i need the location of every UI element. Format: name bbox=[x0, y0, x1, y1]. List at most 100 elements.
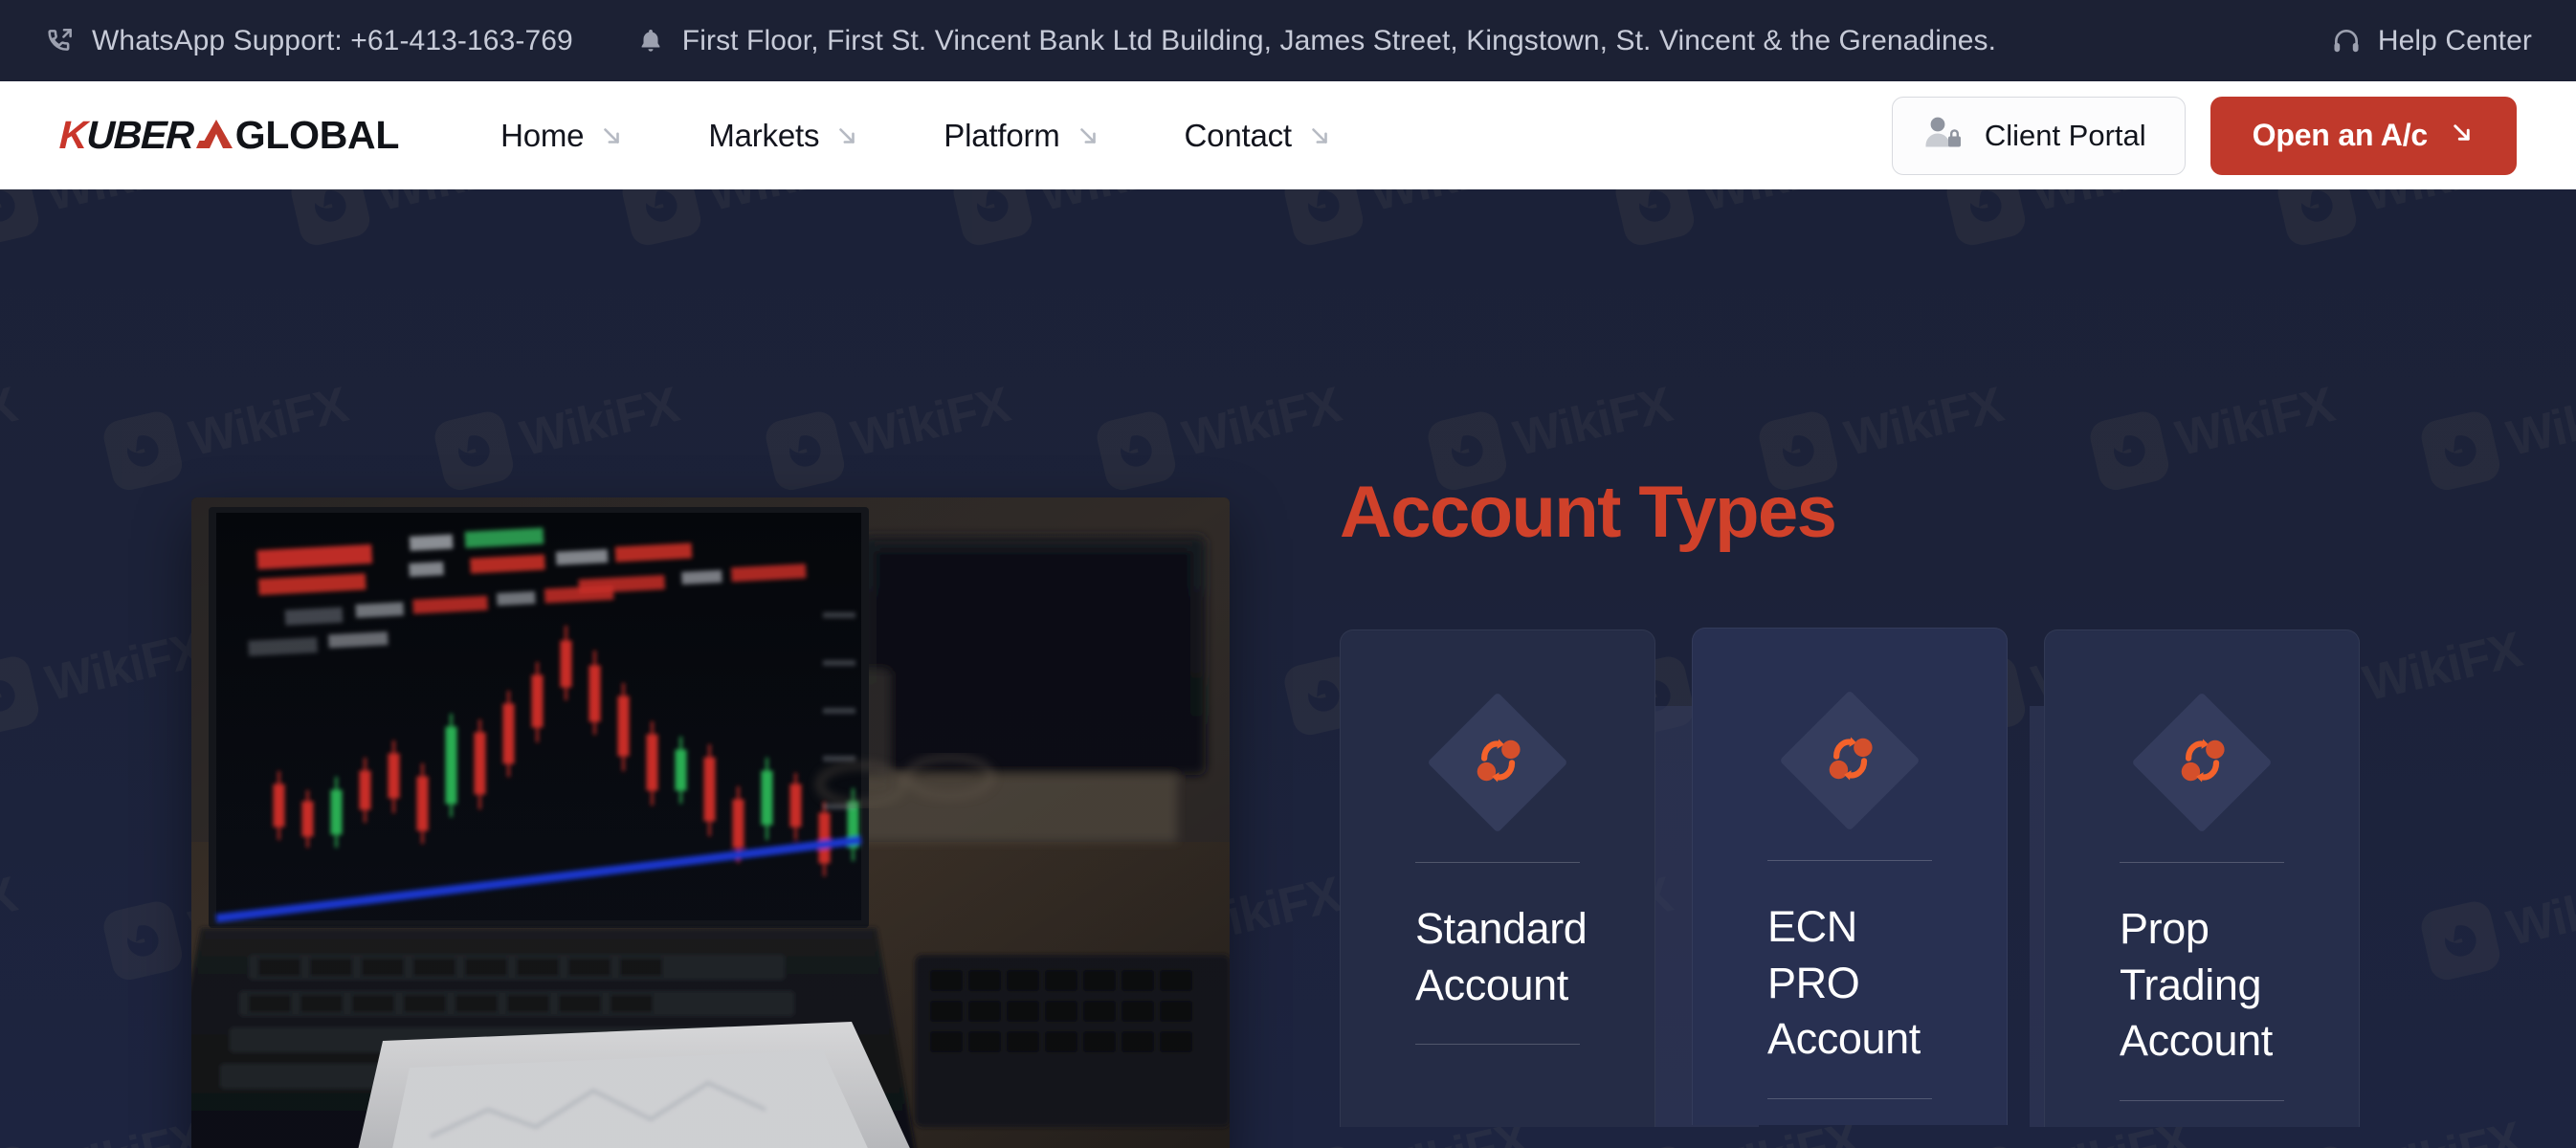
open-account-button[interactable]: Open an A/c bbox=[2210, 96, 2517, 175]
brand-logo-k-letter: K bbox=[58, 113, 88, 157]
user-lock-icon bbox=[1921, 113, 1964, 159]
wikifx-shutter-icon bbox=[431, 408, 517, 494]
watermark-text: WikiFX bbox=[1508, 377, 1677, 468]
card-divider-bottom bbox=[1415, 1044, 1580, 1045]
bell-icon bbox=[634, 25, 667, 57]
wikifx-shutter-icon bbox=[1611, 189, 1698, 249]
card-icon-diamond bbox=[1427, 692, 1568, 833]
watermark-text: WikiFX bbox=[40, 1111, 209, 1148]
watermark-tile: WikiFX bbox=[431, 369, 685, 494]
watermark-tile: WikiFX bbox=[949, 189, 1204, 249]
watermark-text: WikiFX bbox=[0, 867, 22, 958]
watermark-text: WikiFX bbox=[1696, 189, 1864, 223]
sync-dots-icon bbox=[1814, 723, 1885, 799]
headset-icon bbox=[2330, 25, 2363, 57]
arrow-down-right-icon bbox=[2449, 118, 2475, 153]
watermark-text: WikiFX bbox=[2358, 189, 2526, 223]
top-utility-bar: WhatsApp Support: +61-413-163-769 First … bbox=[0, 0, 2576, 81]
wikifx-shutter-icon bbox=[1280, 189, 1366, 249]
hero-section: WikiFX WikiFX WikiFX WikiFX WikiFX WikiFX Wiki… bbox=[0, 189, 2576, 1148]
client-portal-label: Client Portal bbox=[1984, 118, 2146, 152]
account-card-standard[interactable]: Standard Account bbox=[1340, 629, 1655, 1127]
arrow-down-right-icon bbox=[834, 123, 859, 148]
watermark-tile: WikiFX bbox=[1943, 189, 2197, 249]
watermark-tile: WikiFX bbox=[0, 1104, 211, 1148]
watermark-text: WikiFX bbox=[515, 377, 684, 468]
company-address-label: First Floor, First St. Vincent Bank Ltd … bbox=[681, 24, 1997, 56]
watermark-tile: WikiFX bbox=[1280, 189, 1535, 249]
wikifx-shutter-icon bbox=[100, 897, 186, 983]
account-card-prop-trading[interactable]: Prop Trading Account bbox=[2044, 629, 2360, 1127]
help-center-label: Help Center bbox=[2377, 24, 2532, 56]
watermark-tile: WikiFX bbox=[0, 369, 23, 493]
card-icon-diamond bbox=[1779, 690, 1921, 831]
watermark-text: WikiFX bbox=[1839, 377, 2009, 468]
wikifx-shutter-icon bbox=[2274, 189, 2360, 249]
nav-item-home-label: Home bbox=[500, 117, 585, 153]
arrow-down-right-icon bbox=[1307, 123, 1332, 148]
watermark-tile: WikiFX bbox=[287, 189, 542, 249]
main-navigation-bar: KUBER GLOBAL Home Markets Platform Conta… bbox=[0, 81, 2576, 189]
watermark-text: WikiFX bbox=[2501, 377, 2576, 468]
watermark-tile: WikiFX bbox=[0, 614, 211, 739]
account-cards-row: Standard Account ECN PRO Account Prop Tr… bbox=[1340, 628, 2469, 1127]
nav-item-platform-label: Platform bbox=[944, 117, 1060, 153]
watermark-text: WikiFX bbox=[1177, 377, 1346, 468]
company-address-item[interactable]: First Floor, First St. Vincent Bank Ltd … bbox=[634, 25, 1996, 57]
watermark-tile: WikiFX bbox=[2086, 369, 2341, 494]
help-center-item[interactable]: Help Center bbox=[2330, 25, 2532, 57]
watermark-tile: WikiFX bbox=[1093, 369, 1347, 494]
card-divider-top bbox=[2120, 862, 2284, 863]
watermark-text: WikiFX bbox=[40, 622, 210, 713]
brand-logo-kuber: KUBER bbox=[58, 113, 193, 158]
wikifx-shutter-icon bbox=[0, 652, 42, 739]
card-divider-top bbox=[1767, 860, 1932, 861]
nav-links: Home Markets Platform Contact bbox=[458, 118, 1374, 154]
watermark-text: WikiFX bbox=[40, 189, 209, 223]
watermark-text: WikiFX bbox=[1033, 189, 1202, 223]
watermark-tile: WikiFX bbox=[762, 369, 1016, 494]
watermark-text: WikiFX bbox=[2027, 189, 2195, 223]
card-divider-top bbox=[1415, 862, 1580, 863]
sync-dots-icon bbox=[1462, 725, 1533, 801]
wikifx-shutter-icon bbox=[0, 189, 42, 249]
account-card-title: Prop Trading Account bbox=[2120, 904, 2273, 1065]
wikifx-shutter-icon bbox=[1943, 1142, 2029, 1148]
open-account-label: Open an A/c bbox=[2252, 118, 2429, 152]
wikifx-shutter-icon bbox=[618, 189, 704, 249]
whatsapp-support-item[interactable]: WhatsApp Support: +61-413-163-769 bbox=[44, 25, 573, 57]
watermark-tile: WikiFX bbox=[0, 859, 23, 982]
brand-logo[interactable]: KUBER GLOBAL bbox=[58, 81, 399, 189]
watermark-text: WikiFX bbox=[1365, 189, 1533, 223]
arrow-down-right-icon bbox=[599, 123, 624, 148]
brand-logo-uber-letters: UBER bbox=[85, 113, 194, 157]
wikifx-shutter-icon bbox=[287, 189, 373, 249]
card-divider-bottom bbox=[1767, 1097, 1932, 1099]
sync-dots-icon bbox=[2166, 725, 2237, 801]
watermark-tile: WikiFX bbox=[1611, 189, 1866, 249]
wikifx-shutter-icon bbox=[762, 408, 848, 494]
nav-item-platform[interactable]: Platform bbox=[901, 118, 1142, 154]
watermark-text: WikiFX bbox=[702, 189, 871, 223]
nav-item-contact[interactable]: Contact bbox=[1143, 118, 1374, 154]
account-card-title: Standard Account bbox=[1415, 904, 1588, 1009]
watermark-tile: WikiFX bbox=[618, 189, 873, 249]
wikifx-shutter-icon bbox=[1093, 408, 1179, 494]
wikifx-shutter-icon bbox=[2274, 1142, 2360, 1148]
client-portal-button[interactable]: Client Portal bbox=[1891, 96, 2186, 175]
watermark-text: WikiFX bbox=[846, 377, 1015, 468]
nav-item-markets[interactable]: Markets bbox=[666, 118, 901, 154]
nav-item-home[interactable]: Home bbox=[458, 118, 666, 154]
wikifx-shutter-icon bbox=[100, 408, 186, 494]
wikifx-shutter-icon bbox=[949, 189, 1035, 249]
page-title: Account Types bbox=[1340, 472, 1837, 553]
watermark-tile: WikiFX bbox=[2417, 369, 2576, 494]
whatsapp-support-label: WhatsApp Support: +61-413-163-769 bbox=[92, 24, 573, 56]
watermark-text: WikiFX bbox=[184, 377, 353, 468]
account-card-ecn-pro[interactable]: ECN PRO Account bbox=[1692, 628, 2008, 1125]
account-card-title: ECN PRO Account bbox=[1767, 902, 1921, 1063]
nav-actions: Client Portal Open an A/c bbox=[1891, 96, 2517, 175]
arrow-down-right-icon bbox=[1076, 123, 1100, 148]
nav-item-markets-label: Markets bbox=[708, 117, 820, 153]
watermark-text: WikiFX bbox=[2501, 867, 2576, 958]
